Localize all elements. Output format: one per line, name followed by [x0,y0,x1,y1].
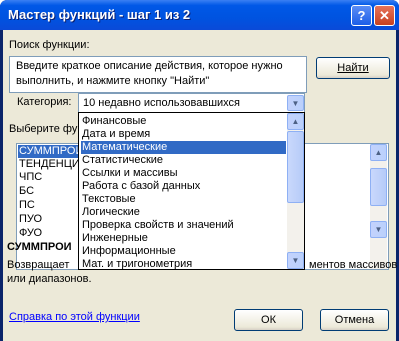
function-description-tail: ментов массивов [309,259,398,271]
scroll-thumb[interactable] [370,168,387,206]
close-button[interactable]: ✕ [374,5,395,26]
category-dropdown-list[interactable]: Финансовые Дата и время Математические С… [78,112,305,270]
cancel-button-label: Отмена [334,314,375,326]
function-list-scrollbar[interactable]: ▲ ▼ [370,144,387,269]
cancel-button[interactable]: Отмена [320,309,389,331]
dropdown-item[interactable]: Работа с базой данных [81,180,286,193]
window-title: Мастер функций - шаг 1 из 2 [8,7,191,22]
dialog-window: Мастер функций - шаг 1 из 2 ? ✕ Поиск фу… [0,0,399,341]
ok-button[interactable]: ОК [234,309,303,331]
list-item[interactable]: СУММПРОИ [18,145,83,158]
list-item[interactable]: ПС [18,199,35,212]
list-item[interactable]: ЧПС [18,171,42,184]
scroll-down-icon[interactable]: ▼ [370,221,387,238]
title-bar[interactable]: Мастер функций - шаг 1 из 2 ? ✕ [0,0,399,30]
search-label: Поиск функции: [9,39,90,51]
ok-button-label: ОК [261,314,276,326]
scroll-up-icon[interactable]: ▲ [287,113,304,130]
category-label: Категория: [17,96,72,108]
category-select[interactable]: 10 недавно использовавшихся ▼ [78,93,305,113]
close-icon: ✕ [379,8,390,23]
find-button[interactable]: Найти [316,57,390,79]
dropdown-item[interactable]: Мат. и тригонометрия [81,258,286,271]
scroll-thumb[interactable] [287,131,304,203]
dropdown-item[interactable]: Логические [81,206,286,219]
list-item[interactable]: ПУО [18,213,42,226]
list-item[interactable]: ТЕНДЕНЦИ [18,158,80,171]
scroll-down-icon[interactable]: ▼ [287,252,304,269]
list-item[interactable]: ФУО [18,227,42,240]
dropdown-item[interactable]: Дата и время [81,128,286,141]
function-signature: СУММПРОИ [7,241,72,253]
help-button[interactable]: ? [351,5,372,26]
dropdown-item[interactable]: Инженерные [81,232,286,245]
dropdown-item[interactable]: Проверка свойств и значений [81,219,286,232]
search-field[interactable]: Введите краткое описание действия, котор… [9,56,307,93]
function-description-line2: или диапазонов. [7,273,92,285]
list-item[interactable]: БС [18,185,34,198]
dropdown-item[interactable]: Ссылки и массивы [81,167,286,180]
search-field-text-line2: выполнить, и нажмите кнопку "Найти" [16,75,210,87]
chevron-down-icon[interactable]: ▼ [287,95,304,111]
dropdown-item-selected[interactable]: Математические [81,141,286,154]
scroll-up-icon[interactable]: ▲ [370,144,387,161]
function-description-start: Возвращает [7,259,70,271]
search-field-text-line1: Введите краткое описание действия, котор… [16,60,283,72]
dropdown-item[interactable]: Статистические [81,154,286,167]
dropdown-item[interactable]: Текстовые [81,193,286,206]
find-button-label: Найти [337,62,369,74]
dropdown-item[interactable]: Информационные [81,245,286,258]
dropdown-scrollbar[interactable]: ▲ ▼ [287,113,304,269]
help-link[interactable]: Справка по этой функции [9,311,140,323]
dropdown-item[interactable]: Финансовые [81,115,286,128]
function-list-label: Выберите фун [9,123,84,135]
category-selected-value: 10 недавно использовавшихся [83,97,241,109]
help-icon: ? [357,8,366,23]
